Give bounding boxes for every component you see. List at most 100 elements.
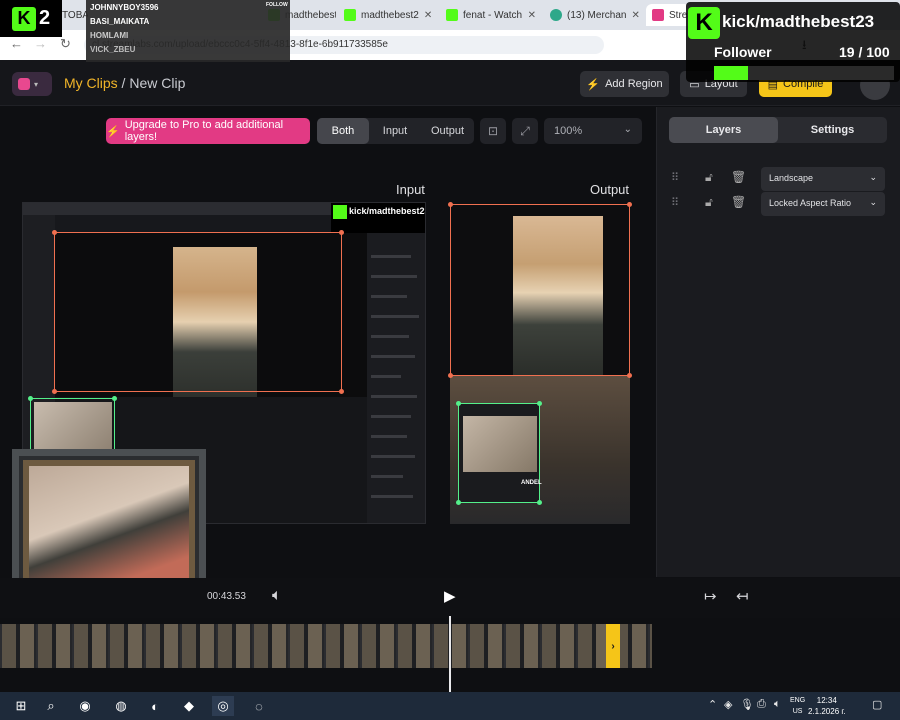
arrow-right-icon[interactable]: → (34, 36, 47, 51)
input-language[interactable]: ENG US (790, 695, 805, 717)
play-icon[interactable]: ▶ (444, 587, 456, 605)
obs-icon[interactable]: ◌ (248, 696, 270, 716)
input-chat (367, 215, 425, 523)
trash-icon[interactable]: 🗑︎ (731, 170, 746, 184)
follower-goal-overlay: K kick/madthebest23 Follower 19 / 100 (686, 2, 900, 82)
lock-icon[interactable]: 🔓︎ (705, 195, 713, 210)
panel-tabs: Layers Settings (669, 117, 887, 143)
tab-settings[interactable]: Settings (778, 117, 887, 143)
language-code: ENG (790, 697, 806, 704)
network-icon[interactable]: ⎙ (757, 698, 766, 711)
resize-handle[interactable] (28, 396, 33, 401)
view-output-tab[interactable]: Output (421, 118, 474, 144)
kick-favicon-icon (344, 9, 356, 21)
chrome-icon[interactable]: ◎ (212, 696, 234, 716)
streamlabs-favicon-icon (652, 9, 664, 21)
resize-handle[interactable] (339, 389, 344, 394)
layer-row: ⠿ 🔓︎ 🗑︎ Locked Aspect Ratio ⌄ (667, 192, 887, 216)
resize-handle[interactable] (627, 202, 632, 207)
resize-handle[interactable] (456, 401, 461, 406)
breadcrumb-current: New Clip (129, 75, 186, 91)
view-both-tab[interactable]: Both (317, 118, 369, 144)
chevron-up-icon[interactable]: ⌃ (708, 698, 717, 711)
microphone-icon[interactable]: 🎙︎ (740, 698, 754, 711)
language-region: US (792, 708, 803, 715)
tray-icon[interactable]: ◈ (724, 698, 732, 711)
drag-handle-icon[interactable]: ⠿ (671, 171, 679, 184)
expand-icon[interactable]: ⤢ (512, 118, 538, 144)
resize-handle[interactable] (456, 500, 461, 505)
app-icon[interactable]: ◍ (110, 696, 132, 716)
output-label: Output (590, 182, 630, 197)
trash-icon[interactable]: 🗑︎ (731, 195, 746, 209)
view-input-tab[interactable]: Input (369, 118, 421, 144)
follower-goal-fill (714, 66, 749, 80)
playhead[interactable] (449, 616, 451, 692)
system-clock[interactable]: 12:34 2.1.2026 г. (808, 695, 846, 717)
volume-icon[interactable]: 🔈︎ (272, 587, 282, 605)
resize-handle[interactable] (627, 373, 632, 378)
kick-favicon-icon (446, 9, 458, 21)
main-crop-region[interactable] (52, 230, 344, 394)
firefox-icon[interactable]: ◐ (144, 696, 166, 716)
lock-icon[interactable]: 🔓︎ (705, 170, 713, 185)
resize-handle[interactable] (448, 373, 453, 378)
resize-handle[interactable] (52, 230, 57, 235)
close-tab-icon[interactable]: ✕ (631, 10, 639, 21)
notifications-icon[interactable]: ▢ (872, 698, 882, 711)
tab-label: madthebest2 (285, 9, 336, 21)
resize-handle[interactable] (112, 396, 117, 401)
breadcrumb-my-clips[interactable]: My Clips (64, 75, 118, 91)
output-camera-image (463, 416, 537, 472)
resize-handle[interactable] (537, 401, 542, 406)
clock-time: 12:34 (816, 696, 837, 705)
browser-tab[interactable]: fenat - Watch ✕ (440, 4, 542, 26)
kick-logo-icon (333, 205, 347, 219)
tab-layers[interactable]: Layers (669, 117, 778, 143)
follower-goal-count: 19 / 100 (839, 44, 890, 60)
ea-icon[interactable]: ◆ (178, 696, 200, 716)
chevron-down-icon: ⌄ (869, 172, 877, 182)
webcam-image (29, 466, 189, 594)
upgrade-button[interactable]: ⚡ Upgrade to Pro to add additional layer… (106, 118, 310, 144)
chevron-down-icon: ▾ (34, 79, 39, 89)
overlay-channel-name: kick/madthebest23 (722, 12, 875, 31)
tab-label: TOBA (62, 9, 88, 21)
zoom-select[interactable]: 100% ⌄ (544, 118, 642, 144)
reload-icon[interactable]: ↻ (60, 36, 71, 52)
upgrade-label: Upgrade to Pro to add additional layers! (124, 119, 284, 143)
browser-tab-active[interactable]: Strea (646, 4, 690, 26)
layer-aspect-select[interactable]: Landscape ⌄ (761, 167, 885, 191)
resize-handle[interactable] (339, 230, 344, 235)
resize-handle[interactable] (52, 389, 57, 394)
resize-handle[interactable] (537, 500, 542, 505)
overlay-user: BASI_MAIKATA (90, 17, 150, 26)
layer-aspect-select[interactable]: Locked Aspect Ratio ⌄ (761, 192, 885, 216)
overlay-follow-tag: FOLLOW (266, 2, 288, 8)
follower-goal-bar (714, 66, 894, 80)
arrow-left-icon[interactable]: ← (10, 36, 23, 51)
timeline-filmstrip[interactable] (0, 624, 652, 668)
browser-tab[interactable]: madthebest2 ✕ (338, 4, 438, 26)
output-camera-region[interactable]: ANDEL (456, 401, 542, 505)
volume-icon[interactable]: 🔈︎ (774, 698, 781, 711)
focus-icon[interactable]: ⊡ (480, 118, 506, 144)
lightning-icon: ⚡ (106, 125, 120, 138)
app-logo-menu[interactable]: ▾ (12, 72, 52, 96)
trim-end-handle[interactable]: › (606, 624, 620, 668)
close-tab-icon[interactable]: ✕ (424, 10, 432, 21)
trim-start-icon[interactable]: ↦ (704, 587, 717, 605)
overlay-user: VICK_ZBEU (90, 45, 136, 54)
mini-channel-name: kick/madthebest23 (349, 206, 426, 216)
close-tab-icon[interactable]: ✕ (528, 10, 536, 21)
windows-start-icon[interactable]: ⊞ (10, 696, 32, 716)
add-region-button[interactable]: ⚡ Add Region (580, 71, 669, 97)
browser-tab[interactable]: (13) Merchan ✕ (544, 4, 644, 26)
drag-handle-icon[interactable]: ⠿ (671, 196, 679, 209)
output-main-region[interactable] (448, 202, 632, 378)
trim-end-icon[interactable]: ↤ (736, 587, 749, 605)
search-icon[interactable]: ⌕ (40, 696, 62, 716)
steam-icon[interactable]: ◉ (74, 696, 96, 716)
resize-handle[interactable] (448, 202, 453, 207)
layer-row: ⠿ 🔓︎ 🗑︎ Landscape ⌄ (667, 167, 887, 191)
